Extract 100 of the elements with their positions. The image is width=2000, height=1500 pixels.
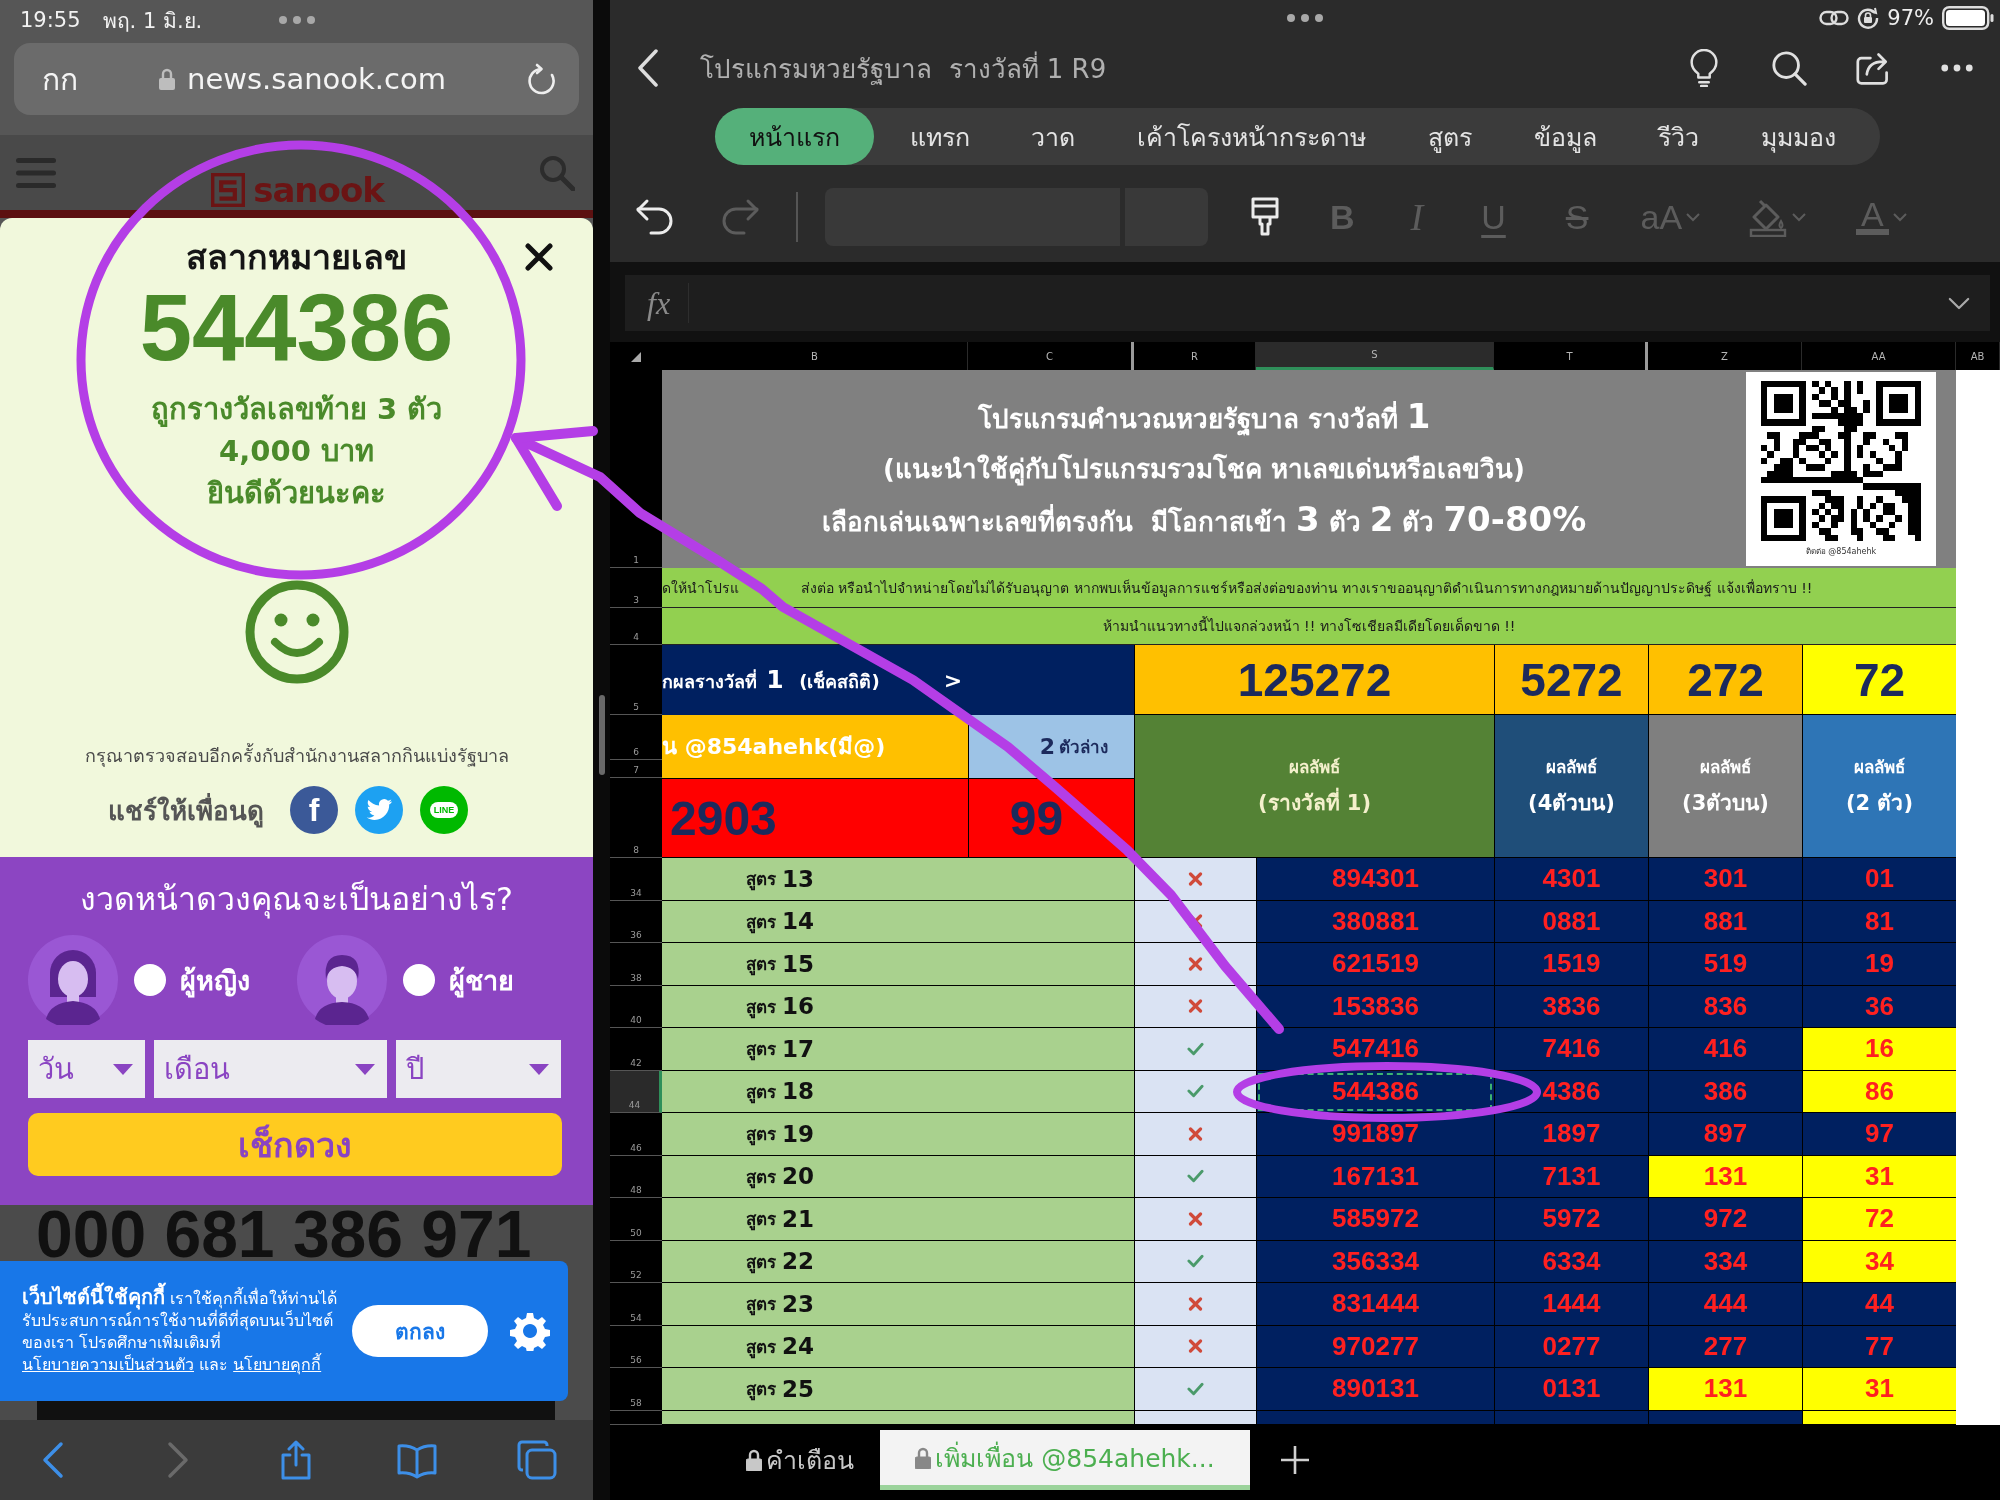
ribbon-tab[interactable]: สูตร — [1401, 108, 1498, 165]
result-cell: 5972 — [1494, 1198, 1648, 1241]
warning-text: ดให้นำโปรแ — [662, 578, 739, 598]
privacy-policy-link[interactable]: นโยบายความเป็นส่วนตัว — [22, 1355, 194, 1374]
close-icon[interactable] — [525, 243, 553, 271]
fortune-question: งวดหน้าดวงคุณจะเป็นอย่างไร? — [80, 879, 513, 921]
result-cell: 19 — [1802, 943, 1956, 986]
result-cell: 836 — [1648, 985, 1802, 1028]
more-dots-icon[interactable] — [1287, 14, 1323, 22]
result-header-title: ผลลัพธ์ — [1289, 756, 1340, 779]
result-cell: 7131 — [1494, 1155, 1648, 1198]
search-icon[interactable] — [1771, 49, 1807, 87]
back-icon[interactable] — [638, 49, 658, 87]
banner-title-line: (แนะนำใช้คู่กับโปรแกรมรวมโชค หาเลขเด่นหรือเลขวิน) — [883, 452, 1525, 488]
banner-title-line: เลือกเล่นเฉพาะเลขที่ตรงกัน มีโอกาสเข้า 3 ตัว 2 ตัว 70-80% — [821, 500, 1587, 541]
row-header[interactable]: 44 — [610, 1070, 662, 1113]
undo-icon[interactable] — [635, 198, 675, 236]
result-cell[interactable]: 621519 — [1256, 943, 1494, 986]
settings-icon[interactable] — [510, 1311, 550, 1351]
result-header-title: ผลลัพธ์ — [1854, 756, 1905, 779]
letter-f-share-button[interactable]: f — [290, 786, 338, 834]
reload-icon[interactable] — [527, 63, 557, 95]
plus-icon[interactable] — [1280, 1445, 1310, 1475]
formula-name-cell: สูตร 18 — [662, 1070, 1134, 1113]
select-all-icon[interactable] — [631, 352, 641, 362]
dropdown-field[interactable]: ปี — [396, 1040, 561, 1098]
result-cell: 131 — [1648, 1368, 1802, 1411]
paintbrush-icon[interactable] — [1250, 197, 1280, 237]
paint-bucket-icon — [1748, 197, 1789, 237]
result-cell: 0881 — [1494, 900, 1648, 943]
result-cell[interactable]: 153836 — [1256, 985, 1494, 1028]
contact-cell: น @854ahehk(มี@) — [662, 715, 968, 778]
result-cell: 1444 — [1494, 1283, 1648, 1326]
ribbon-tab[interactable]: วาด — [1005, 108, 1102, 165]
ribbon-tab[interactable]: แทรก — [883, 108, 996, 165]
result-header-title: ผลลัพธ์ — [1700, 756, 1751, 779]
result-cell[interactable]: 356334 — [1256, 1240, 1494, 1283]
check-fortune-button[interactable]: เช็กดวง — [28, 1113, 562, 1176]
dropdown-field[interactable]: วัน — [28, 1040, 145, 1098]
result-cell: 897 — [1648, 1113, 1802, 1156]
text-size-button[interactable]: กก — [42, 55, 78, 103]
radio-button[interactable] — [403, 964, 435, 996]
lottery-numbers: 000 681 386 971 — [35, 1205, 533, 1261]
address-bar[interactable]: กก news.sanook.com — [14, 43, 579, 115]
result-cell[interactable]: 167131 — [1256, 1155, 1494, 1198]
prize-number-cell: 72 — [1802, 645, 1956, 715]
result-cell[interactable]: 970277 — [1256, 1325, 1494, 1368]
tabs-icon[interactable] — [517, 1440, 557, 1480]
more-dots-icon[interactable] — [278, 16, 315, 24]
formula-name-cell: สูตร 16 — [662, 985, 1134, 1028]
url-text: news.sanook.com — [187, 62, 446, 96]
warning-text: ห้ามนำแนวทางนี้ไปแจกล่วงหน้า !! ทางโซเชียลมีเดียโดยเด็ดขาด !! — [1102, 615, 1516, 636]
prize-text: ถูกรางวัลเลขท้าย 3 ตัว — [150, 391, 443, 429]
battery-icon — [1942, 6, 1994, 30]
ribbon-tab[interactable]: เค้าโครงหน้ากระดาษ — [1111, 108, 1393, 165]
dropdown-field[interactable]: เดือน — [154, 1040, 387, 1098]
congrats-text: ยินดีด้วยนะคะ — [207, 475, 386, 512]
result-cell: 6334 — [1494, 1240, 1648, 1283]
result-cell[interactable]: 831444 — [1256, 1283, 1494, 1326]
result-cell[interactable]: 894301 — [1256, 858, 1494, 901]
status-date: พฤ. 1 มิ.ย. — [102, 7, 203, 35]
radio-button[interactable] — [134, 964, 166, 996]
result-cell: 16 — [1802, 1028, 1956, 1071]
result-cell: 81 — [1802, 900, 1956, 943]
formula-bar[interactable]: fx — [625, 275, 1990, 331]
result-cell[interactable]: 585972 — [1256, 1198, 1494, 1241]
smiley-face-icon — [244, 580, 349, 684]
result-cell: 881 — [1648, 900, 1802, 943]
chevron-down-icon[interactable] — [1948, 296, 1970, 310]
status-time: 19:55 — [20, 8, 81, 32]
bird-share-icon[interactable] — [355, 786, 403, 834]
gender-label: ผู้ชาย — [449, 963, 514, 1000]
result-cell: 31 — [1802, 1368, 1956, 1411]
qr-code-icon — [1761, 380, 1921, 541]
result-cell[interactable]: 890131 — [1256, 1368, 1494, 1411]
result-cell: 1519 — [1494, 943, 1648, 986]
ribbon-tab[interactable]: มุมมอง — [1734, 108, 1862, 165]
result-cell: 519 — [1648, 943, 1802, 986]
formula-name-cell: สูตร 15 — [662, 943, 1134, 986]
cookie-policy-link[interactable]: นโยบายคุกกี้ — [233, 1355, 322, 1374]
gender-label: ผู้หญิง — [180, 963, 250, 1000]
result-cell[interactable]: 380881 — [1256, 900, 1494, 943]
ribbon-tab[interactable]: รีวิว — [1632, 108, 1726, 165]
more-icon[interactable] — [1941, 64, 1973, 72]
resize-handle[interactable] — [598, 695, 605, 775]
formula-name-cell: สูตร 13 — [662, 858, 1134, 901]
column-header[interactable]: S — [1256, 342, 1494, 370]
ribbon-tab[interactable]: หน้าแรก — [715, 108, 874, 165]
result-cell: 277 — [1648, 1325, 1802, 1368]
two-bottom-number-cell: 2903 — [662, 778, 968, 858]
accept-button[interactable]: ตกลง — [352, 1305, 488, 1357]
formula-name-cell: สูตร 24 — [662, 1325, 1134, 1368]
result-cell: 334 — [1648, 1240, 1802, 1283]
battery-percent: 97% — [1887, 6, 1934, 30]
result-header-detail: (รางวัลที่ 1) — [1257, 786, 1372, 819]
result-cell: 3836 — [1494, 985, 1648, 1028]
sheet-tab[interactable]: คำเตือน — [720, 1430, 880, 1490]
result-cell: 97 — [1802, 1113, 1956, 1156]
ribbon-tab[interactable]: ข้อมูล — [1507, 108, 1623, 165]
verify-notice: กรุณาตรวจสอบอีกครั้งกับสำนักงานสลากกินแบ่งรัฐบาล — [84, 744, 509, 768]
